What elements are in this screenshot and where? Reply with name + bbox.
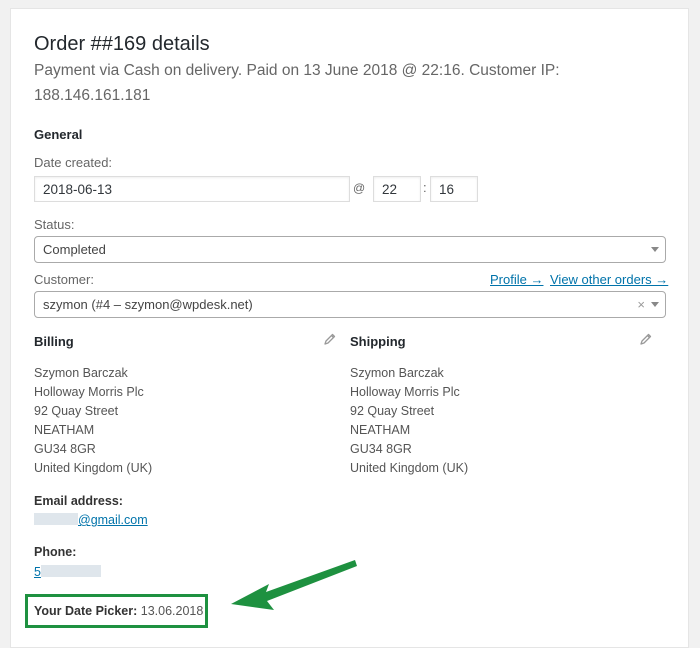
date-created-input[interactable]: 2018-06-13 <box>34 176 350 202</box>
redacted-block <box>34 513 78 525</box>
shipping-line: United Kingdom (UK) <box>350 461 469 475</box>
pencil-icon[interactable] <box>639 332 653 346</box>
caret-down-icon <box>651 247 659 252</box>
profile-link[interactable]: Profile → <box>490 272 543 287</box>
customer-value: szymon (#4 – szymon@wpdesk.net) <box>43 297 253 312</box>
billing-line: NEATHAM <box>34 423 95 437</box>
customer-select[interactable]: szymon (#4 – szymon@wpdesk.net) × <box>34 291 666 318</box>
billing-line: Holloway Morris Plc <box>34 385 144 399</box>
customer-label: Customer: <box>34 272 94 287</box>
billing-heading: Billing <box>34 334 74 349</box>
status-select[interactable]: Completed <box>34 236 666 263</box>
time-colon: : <box>423 180 427 195</box>
date-created-label: Date created: <box>34 155 113 170</box>
email-domain: @gmail.com <box>78 513 148 527</box>
page-title: Order ##169 details <box>34 33 210 55</box>
billing-line: United Kingdom (UK) <box>34 461 153 475</box>
redacted-block <box>40 565 101 577</box>
shipping-line: GU34 8GR <box>350 442 412 456</box>
minute-input[interactable]: 16 <box>430 176 478 202</box>
phone-visible: 5 <box>34 565 41 579</box>
email-link[interactable]: @gmail.com <box>34 513 148 527</box>
date-picker-value: 13.06.2018 <box>140 604 204 618</box>
phone-label: Phone: <box>34 545 77 559</box>
shipping-line: Szymon Barczak <box>350 366 444 380</box>
shipping-line: Holloway Morris Plc <box>350 385 460 399</box>
order-subtitle: Payment via Cash on delivery. Paid on 13… <box>34 62 560 104</box>
shipping-address: Szymon Barczak Holloway Morris Plc 92 Qu… <box>350 364 468 478</box>
status-label: Status: <box>34 217 75 232</box>
green-arrow-icon <box>231 560 357 610</box>
status-value: Completed <box>43 242 106 257</box>
hour-input[interactable]: 22 <box>373 176 421 202</box>
phone-link[interactable]: 5 <box>34 565 101 579</box>
billing-line: GU34 8GR <box>34 442 96 456</box>
billing-line: 92 Quay Street <box>34 404 119 418</box>
shipping-line: 92 Quay Street <box>350 404 435 418</box>
billing-line: Szymon Barczak <box>34 366 128 380</box>
at-sign: @ <box>353 181 366 195</box>
general-heading: General <box>34 127 83 142</box>
email-label: Email address: <box>34 494 123 508</box>
clear-icon[interactable]: × <box>637 297 645 313</box>
pencil-icon[interactable] <box>323 332 337 346</box>
shipping-heading: Shipping <box>350 334 406 349</box>
view-other-orders-link[interactable]: View other orders → <box>550 272 668 287</box>
caret-down-icon <box>651 302 659 307</box>
billing-address: Szymon Barczak Holloway Morris Plc 92 Qu… <box>34 364 152 478</box>
date-picker-label: Your Date Picker: <box>34 604 138 618</box>
date-picker-field: Your Date Picker: 13.06.2018 <box>34 604 203 618</box>
shipping-line: NEATHAM <box>350 423 411 437</box>
